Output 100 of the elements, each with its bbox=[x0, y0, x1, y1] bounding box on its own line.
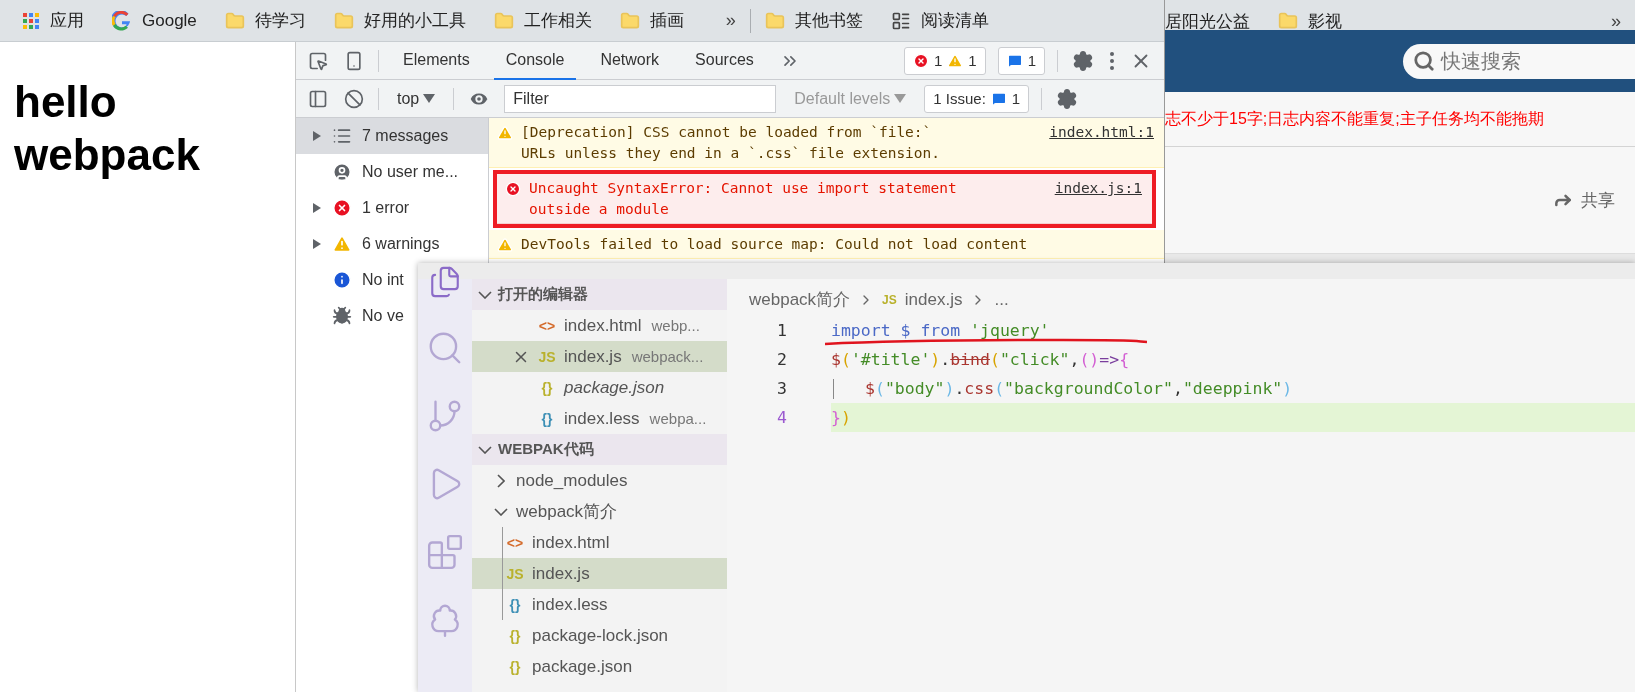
sidebar-icon bbox=[308, 88, 328, 109]
file-item[interactable]: {} index.less bbox=[472, 589, 727, 620]
folder-icon bbox=[333, 10, 354, 31]
devtools-tab[interactable]: Elements bbox=[391, 41, 482, 80]
chevron-right-icon bbox=[497, 473, 505, 488]
file-item[interactable]: {} package-lock.json bbox=[472, 620, 727, 651]
devtools-tab[interactable]: Network bbox=[588, 41, 672, 80]
code-line: import $ from 'jquery' bbox=[831, 320, 1050, 341]
warning-icon bbox=[497, 125, 513, 141]
code-line: $("body").css("backgroundColor","deeppink") bbox=[831, 378, 1293, 399]
warning-icon bbox=[332, 234, 352, 254]
bookmark[interactable]: 好用的小工具 bbox=[333, 9, 484, 32]
file-type-icon: <> bbox=[506, 534, 524, 551]
file-item[interactable]: <> index.html bbox=[472, 527, 727, 558]
message-counter[interactable]: 1 bbox=[997, 46, 1045, 75]
file-type-icon: {} bbox=[538, 379, 556, 396]
chevron-down-icon bbox=[478, 445, 492, 454]
error-warning-counter[interactable]: 1 1 bbox=[903, 46, 986, 75]
breadcrumb-item[interactable]: JS index.js bbox=[882, 289, 963, 310]
folder-item[interactable]: node_modules bbox=[472, 465, 727, 496]
cursor-in-square-icon bbox=[308, 50, 328, 71]
explorer-section-header[interactable]: WEBPAK代码 bbox=[472, 434, 727, 465]
expand-triangle-icon bbox=[312, 130, 322, 142]
devtools-tab[interactable]: Sources bbox=[683, 41, 766, 80]
warning-message: DevTools failed to load source map: Could not load content bbox=[521, 235, 1029, 254]
warning-icon bbox=[497, 237, 513, 253]
console-sidebar-item[interactable]: No int bbox=[296, 262, 406, 298]
console-sidebar-item[interactable]: 1 error bbox=[296, 190, 412, 226]
list-icon bbox=[332, 126, 352, 146]
file-type-icon: JS bbox=[538, 348, 556, 365]
error-message: Uncaught SyntaxError: Cannot use import statement bbox=[529, 179, 958, 198]
breadcrumb-item[interactable]: ... bbox=[994, 289, 1009, 310]
file-item[interactable]: <> index.html webp... bbox=[472, 310, 727, 341]
bookmark[interactable]: 待学习 bbox=[224, 9, 324, 32]
file-type-icon: {} bbox=[506, 658, 524, 675]
console-sidebar-item[interactable]: No ve bbox=[296, 298, 406, 334]
file-item[interactable]: {} package.json bbox=[472, 372, 727, 403]
warning-message: URLs unless they end in a `.css` file extension. bbox=[521, 144, 942, 163]
bookmark[interactable]: 居阳光公益 bbox=[1165, 9, 1268, 33]
file-type-icon: {} bbox=[506, 596, 524, 613]
bookmark[interactable]: 插画 bbox=[619, 9, 702, 32]
user-icon bbox=[332, 162, 352, 182]
bookmark[interactable]: 应用 bbox=[22, 9, 102, 32]
file-type-icon: {} bbox=[506, 627, 524, 644]
more-icon bbox=[1110, 51, 1114, 70]
more-bookmarks-button[interactable]: » bbox=[1611, 10, 1621, 32]
share-link[interactable]: 共享 bbox=[1553, 188, 1615, 212]
search-field[interactable]: 快速搜索 bbox=[1403, 43, 1635, 79]
message-icon bbox=[1006, 52, 1023, 69]
more-bookmarks-button[interactable]: » bbox=[725, 10, 736, 31]
folder-icon bbox=[1278, 11, 1298, 31]
bookmark[interactable]: Google bbox=[112, 10, 215, 31]
folder-icon bbox=[493, 10, 514, 31]
settings-icon bbox=[1072, 49, 1094, 72]
line-number: 3 bbox=[776, 379, 788, 398]
files-icon[interactable] bbox=[428, 265, 462, 299]
file-item[interactable]: JS index.js webpack... bbox=[472, 341, 727, 372]
folder-item[interactable]: webpack简介 bbox=[472, 496, 727, 527]
info-icon bbox=[332, 270, 352, 290]
expand-triangle-icon bbox=[312, 238, 322, 250]
file-item[interactable]: JS index.js bbox=[472, 558, 727, 589]
chevron-down-icon bbox=[494, 507, 508, 516]
source-link[interactable]: index.html:1 bbox=[1049, 122, 1154, 143]
line-number: 2 bbox=[776, 350, 788, 369]
line-number: 4 bbox=[776, 408, 788, 427]
error-icon bbox=[332, 198, 352, 218]
warning-message: [Deprecation] CSS cannot be loaded from `file:` bbox=[521, 123, 933, 142]
breadcrumb-item[interactable]: webpack简介 bbox=[749, 288, 851, 311]
bookmark[interactable]: 阅读清单 bbox=[890, 9, 1007, 32]
folder-icon bbox=[764, 10, 785, 31]
message-icon bbox=[990, 90, 1007, 107]
console-sidebar-item[interactable]: 7 messages bbox=[296, 118, 488, 154]
bug-icon bbox=[332, 306, 352, 326]
context-dropdown[interactable]: top bbox=[391, 88, 442, 109]
explorer-section-header[interactable]: 打开的编辑器 bbox=[472, 279, 727, 310]
file-item[interactable]: {} package.json bbox=[472, 651, 727, 682]
phone-icon bbox=[344, 50, 364, 71]
filter-field[interactable]: Filter bbox=[504, 84, 777, 113]
console-sidebar-item[interactable]: No user me... bbox=[296, 154, 461, 190]
more-options-button[interactable] bbox=[1108, 49, 1116, 72]
folder-icon bbox=[224, 10, 245, 31]
bookmark[interactable]: 其他书签 bbox=[764, 9, 881, 32]
source-link[interactable]: index.js:1 bbox=[1054, 178, 1142, 199]
code-line: $('#title').bind("click",()=>{ bbox=[831, 349, 1130, 370]
notice-text: 志不少于15字;日志内容不能重复;主子任务均不能拖期 bbox=[1165, 92, 1635, 147]
console-sidebar-item[interactable]: 6 warnings bbox=[296, 226, 442, 262]
settings-icon bbox=[1056, 87, 1079, 110]
file-item[interactable]: {} index.less webpa... bbox=[472, 403, 727, 434]
issues-counter[interactable]: 1 Issue: 1 bbox=[924, 84, 1030, 113]
chevron-down-icon bbox=[478, 290, 492, 299]
file-type-icon: JS bbox=[506, 565, 524, 582]
bookmark[interactable]: 工作相关 bbox=[493, 9, 610, 32]
reading-list-icon bbox=[890, 10, 911, 31]
file-type-icon: {} bbox=[538, 410, 556, 427]
apps-grid-icon bbox=[22, 11, 40, 30]
search-icon bbox=[1413, 50, 1435, 72]
bookmark[interactable]: 影视 bbox=[1278, 9, 1360, 33]
error-message: outside a module bbox=[529, 200, 670, 219]
page-heading: hello webpack bbox=[14, 76, 201, 181]
expand-triangle-icon bbox=[312, 202, 322, 214]
